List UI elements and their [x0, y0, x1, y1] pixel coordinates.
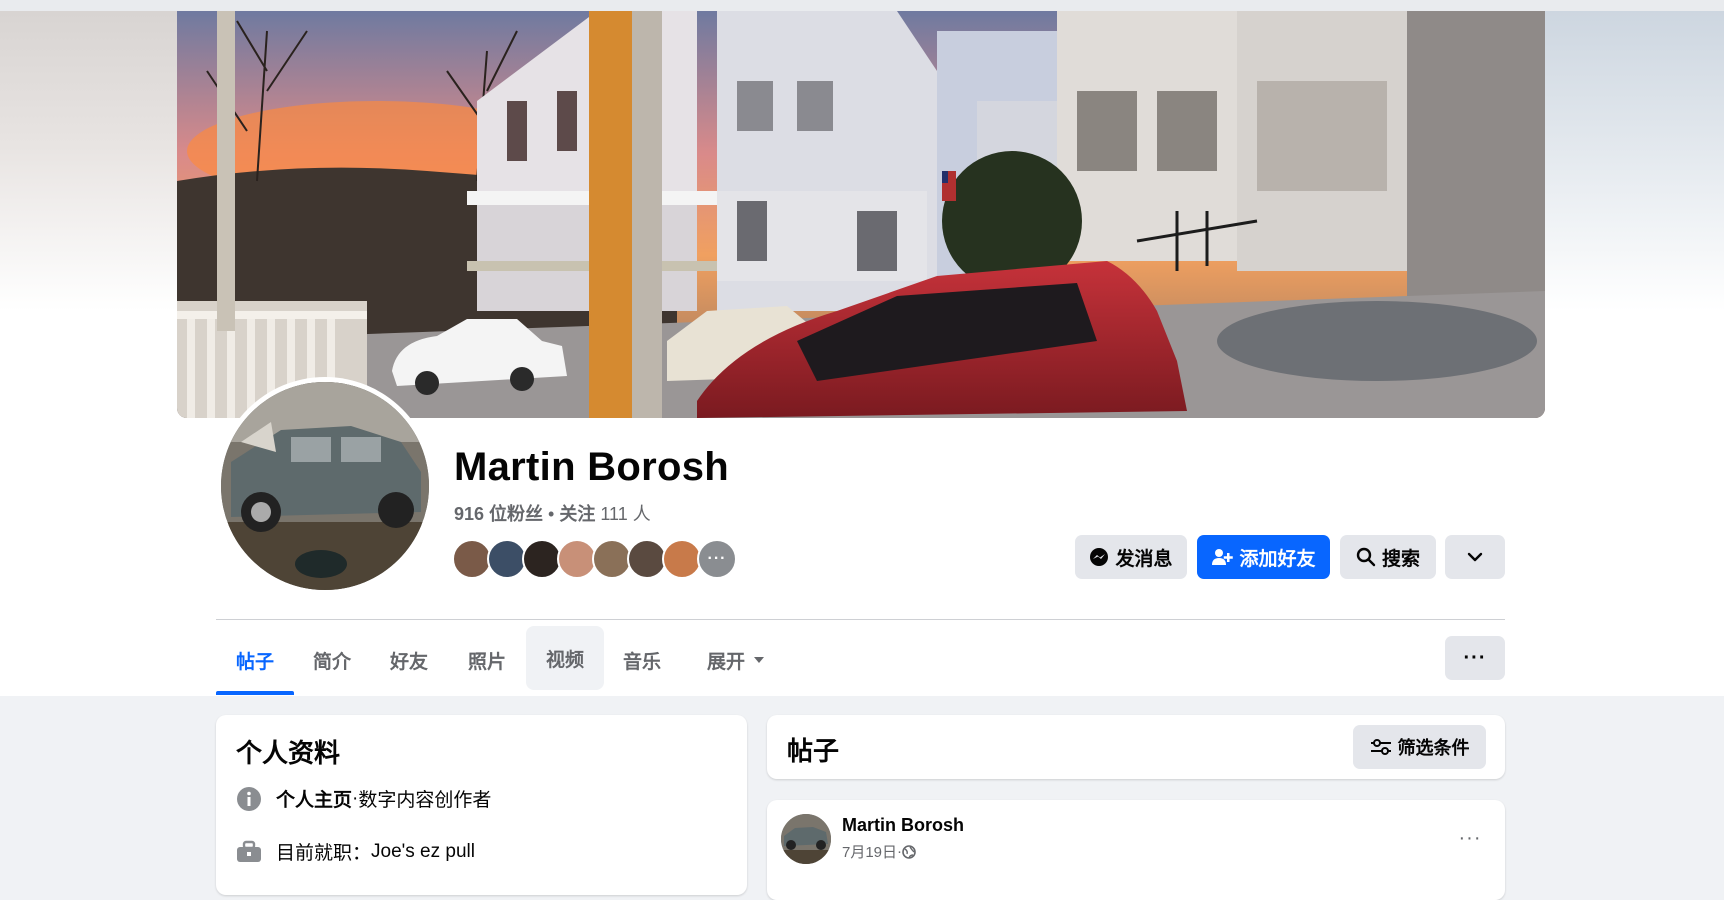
more-options-button[interactable]: ···	[1445, 636, 1505, 680]
friend-avatar[interactable]	[662, 539, 702, 579]
info-icon	[236, 786, 262, 812]
tab-label: 简介	[312, 651, 351, 673]
intro-page-label: 个人主页	[276, 790, 353, 811]
tab-more[interactable]: 展开	[691, 626, 781, 694]
message-label: 发消息	[1115, 548, 1173, 570]
intro-title: 个人资料	[236, 738, 341, 768]
messenger-icon	[1090, 548, 1109, 566]
profile-name: Martin Borosh	[454, 445, 730, 489]
add-friend-label: 添加好友	[1239, 548, 1316, 570]
intro-work-value[interactable]: Joe's ez pull	[371, 841, 475, 863]
posts-title: 帖子	[787, 736, 840, 766]
more-friends-icon[interactable]: ···	[697, 539, 737, 579]
intro-work-label: 目前就职：	[276, 843, 372, 864]
filter-icon	[1370, 739, 1391, 755]
followers-count[interactable]: 916 位粉丝	[454, 504, 543, 524]
filter-label: 筛选条件	[1397, 738, 1470, 758]
following-suffix: 人	[627, 504, 651, 524]
profile-options-button[interactable]	[1445, 535, 1505, 579]
friend-avatars: ···	[452, 539, 752, 579]
tab-photos[interactable]: 照片	[453, 626, 521, 694]
friend-avatar[interactable]	[557, 539, 597, 579]
tab-label: 好友	[389, 651, 428, 673]
stats-separator: •	[543, 504, 560, 524]
posts-header-card: 帖子 筛选条件	[767, 715, 1505, 779]
following-count[interactable]: 111	[600, 504, 627, 524]
post-author-name[interactable]: Martin Borosh	[842, 815, 964, 836]
search-icon	[1356, 547, 1376, 567]
intro-page-row: 个人主页 · 数字内容创作者	[236, 785, 491, 812]
caret-down-icon	[754, 657, 764, 663]
friend-avatar[interactable]	[592, 539, 632, 579]
avatar	[221, 382, 429, 590]
profile-avatar[interactable]	[216, 377, 434, 595]
tab-friends[interactable]: 好友	[375, 626, 443, 694]
cover-backdrop-left	[0, 11, 178, 311]
globe-icon	[902, 844, 916, 859]
tab-posts[interactable]: 帖子	[216, 626, 294, 694]
friend-avatar[interactable]	[627, 539, 667, 579]
post-author-avatar[interactable]	[781, 814, 831, 864]
intro-work-row: 目前就职： Joe's ez pull	[236, 838, 475, 865]
tab-label: 帖子	[235, 651, 274, 673]
add-friend-icon	[1212, 549, 1234, 565]
search-button[interactable]: 搜索	[1340, 535, 1436, 579]
post-meta: 7月19日 ·	[842, 841, 916, 862]
more-icon: ···	[1463, 647, 1487, 669]
add-friend-button[interactable]: 添加好友	[1197, 535, 1330, 579]
tab-label: 音乐	[622, 651, 661, 673]
intro-card: 个人资料 个人主页 · 数字内容创作者 目前就职： Joe's ez pull	[216, 715, 747, 895]
tab-label: 展开	[706, 651, 745, 673]
cover-photo[interactable]	[177, 11, 1545, 418]
tab-music[interactable]: 音乐	[608, 626, 676, 694]
briefcase-icon	[236, 839, 262, 865]
intro-page-category: 数字内容创作者	[358, 790, 492, 811]
browser-top-strip	[0, 0, 1724, 11]
friend-avatar[interactable]	[452, 539, 492, 579]
cover-backdrop-right	[1545, 11, 1724, 311]
post-options-button[interactable]: ···	[1450, 818, 1490, 858]
header-divider	[216, 619, 1505, 620]
following-label: 关注	[559, 504, 601, 524]
tab-videos[interactable]: 视频	[526, 626, 604, 690]
friend-avatar[interactable]	[522, 539, 562, 579]
more-icon: ···	[1458, 827, 1482, 849]
post-card: Martin Borosh 7月19日 · ···	[767, 800, 1505, 900]
tab-label: 照片	[467, 651, 506, 673]
filter-button[interactable]: 筛选条件	[1353, 725, 1486, 769]
friend-avatar[interactable]	[487, 539, 527, 579]
search-label: 搜索	[1381, 548, 1420, 570]
tab-about[interactable]: 简介	[298, 626, 366, 694]
message-button[interactable]: 发消息	[1075, 535, 1187, 579]
follow-stats: 916 位粉丝 • 关注 111 人	[454, 500, 651, 526]
tab-label: 视频	[545, 649, 584, 671]
active-tab-indicator	[216, 691, 294, 695]
post-date[interactable]: 7月19日	[842, 841, 897, 862]
chevron-down-icon	[1467, 552, 1483, 562]
